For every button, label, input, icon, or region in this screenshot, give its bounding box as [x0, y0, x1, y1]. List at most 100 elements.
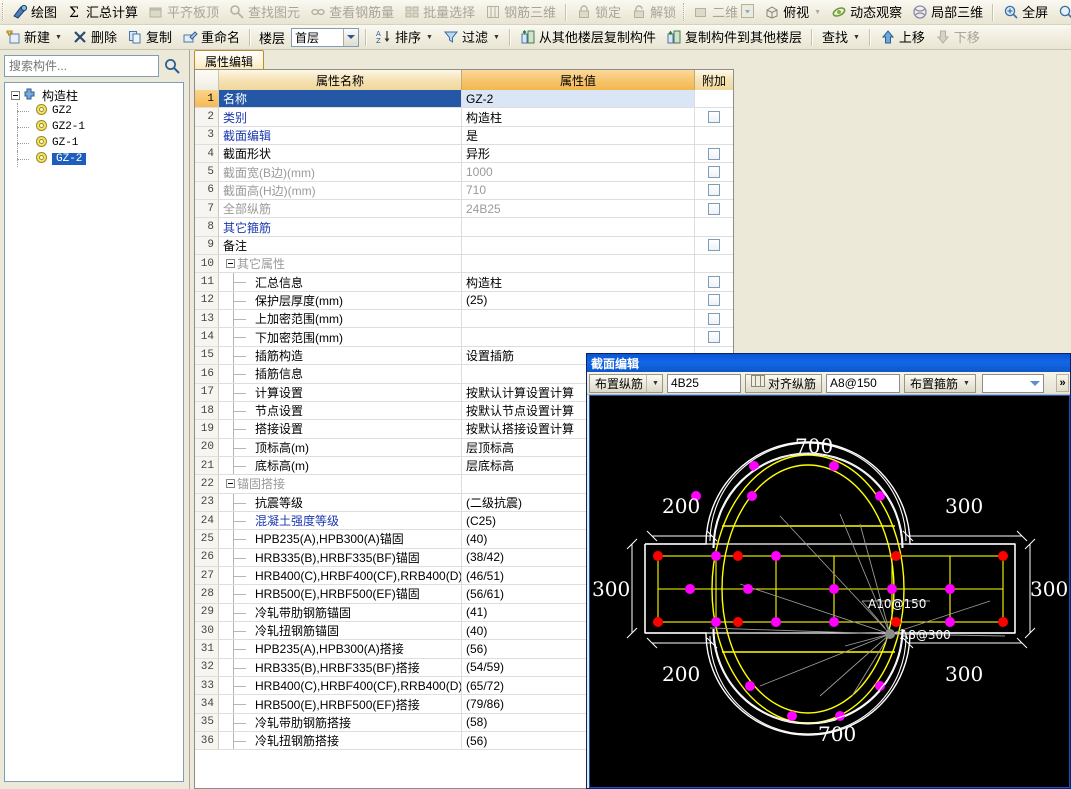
- chevron-down-icon-floor[interactable]: [343, 28, 359, 46]
- toolbar-button-filter[interactable]: 过滤 ▼: [439, 26, 504, 48]
- tab-property-editor[interactable]: 属性编辑: [194, 50, 265, 69]
- table-row[interactable]: 3 截面编辑 是: [195, 126, 733, 146]
- chevron-down-icon-extra[interactable]: [1026, 374, 1043, 392]
- attach-checkbox[interactable]: [708, 147, 720, 160]
- property-name-cell[interactable]: 混凝土强度等级: [219, 511, 462, 531]
- attach-checkbox[interactable]: [708, 312, 720, 325]
- property-name-cell[interactable]: 冷轧扭钢筋搭接: [219, 732, 462, 751]
- table-row[interactable]: 14 下加密范围(mm): [195, 328, 733, 347]
- toolbar-button-copy-to-other-floor[interactable]: 复制构件到其他楼层: [662, 26, 806, 48]
- property-name-cell[interactable]: 底标高(m): [219, 456, 462, 476]
- toolbar-button-copy-from-other-floor[interactable]: 从其他楼层复制构件: [516, 26, 660, 48]
- toolbar-button-top-view[interactable]: 俯视 ▼: [760, 1, 825, 23]
- search-input[interactable]: [4, 55, 159, 77]
- property-value-cell[interactable]: 异形: [462, 145, 695, 164]
- grid-header-attach[interactable]: 附加: [695, 70, 733, 90]
- property-name-cell[interactable]: HPB235(A),HPB300(A)搭接: [219, 640, 462, 659]
- toolbar-button-dynamic-observe[interactable]: 动态观察: [827, 1, 906, 23]
- property-name-cell[interactable]: HPB235(A),HPB300(A)锚固: [219, 530, 462, 549]
- chevron-down-icon-new[interactable]: ▼: [55, 34, 62, 41]
- toolbar-button-flat-slab-top[interactable]: 平齐板顶: [144, 1, 223, 23]
- property-name-cell[interactable]: HRB400(C),HRBF400(CF),RRB400(D)搭: [219, 677, 462, 696]
- toolbar-button-zoom[interactable]: 缩放 ▼: [1054, 1, 1071, 23]
- place-longitudinal-rebar-button[interactable]: 布置纵筋: [589, 373, 647, 393]
- table-row[interactable]: 10 其它属性: [195, 255, 733, 274]
- property-value-cell[interactable]: 24B25: [462, 200, 695, 219]
- attach-cell[interactable]: [695, 255, 733, 274]
- toolbar-button-two-dim[interactable]: 二维: [689, 1, 758, 23]
- property-value-cell[interactable]: 构造柱: [462, 273, 695, 292]
- tree-item-gz2[interactable]: GZ2: [5, 103, 183, 119]
- property-name-cell[interactable]: 顶标高(m): [219, 438, 462, 457]
- chevron-down-icon-sort[interactable]: ▼: [426, 34, 433, 41]
- table-row[interactable]: 8 其它箍筋: [195, 218, 733, 237]
- table-row[interactable]: 5 截面宽(B边)(mm) 1000: [195, 163, 733, 182]
- property-name-cell[interactable]: 抗震等级: [219, 493, 462, 512]
- chevron-down-icon-stirrup[interactable]: ▼: [963, 380, 970, 387]
- section-drawing-canvas[interactable]: 700 200 300 300 300 200 300 700 A10@150 …: [589, 395, 1070, 788]
- table-row[interactable]: 4 截面形状 异形: [195, 145, 733, 164]
- attach-checkbox[interactable]: [708, 202, 720, 215]
- property-name-cell[interactable]: 插筋构造: [219, 346, 462, 366]
- property-name-cell[interactable]: 备注: [219, 236, 462, 256]
- attach-cell[interactable]: [695, 310, 733, 329]
- toolbar-grip[interactable]: [2, 3, 4, 21]
- align-longitudinal-rebar-button[interactable]: 对齐纵筋: [744, 373, 822, 393]
- attach-cell[interactable]: [695, 163, 733, 182]
- collapse-icon[interactable]: [226, 259, 235, 269]
- property-name-cell[interactable]: HRB500(E),HRBF500(EF)搭接: [219, 695, 462, 714]
- collapse-icon[interactable]: [226, 479, 235, 489]
- toolbar-button-move-up[interactable]: 上移: [876, 26, 929, 48]
- attach-cell[interactable]: [695, 328, 733, 347]
- table-row[interactable]: 7 全部纵筋 24B25: [195, 200, 733, 219]
- attach-cell[interactable]: [695, 145, 733, 164]
- toolbar-button-find-element[interactable]: 查找图元: [225, 1, 304, 23]
- toolbar-button-summary-calc[interactable]: Σ 汇总计算: [63, 1, 142, 23]
- property-value-cell[interactable]: 是: [462, 126, 695, 146]
- attach-cell[interactable]: [695, 182, 733, 201]
- attach-checkbox[interactable]: [708, 184, 720, 197]
- property-name-cell[interactable]: 下加密范围(mm): [219, 328, 462, 347]
- toolbar-button-batch-select[interactable]: 批量选择: [400, 1, 479, 23]
- stirrup-input[interactable]: A8@150: [825, 373, 900, 393]
- attach-checkbox[interactable]: [708, 166, 720, 179]
- property-name-cell[interactable]: 节点设置: [219, 401, 462, 421]
- property-name-cell[interactable]: 锚固搭接: [219, 475, 462, 494]
- property-name-cell[interactable]: HRB335(B),HRBF335(BF)锚固: [219, 548, 462, 567]
- property-name-cell[interactable]: 名称: [219, 90, 462, 109]
- toolbar-grip-2[interactable]: [683, 3, 686, 21]
- property-name-cell[interactable]: 截面高(H边)(mm): [219, 181, 462, 201]
- property-name-cell[interactable]: 截面宽(B边)(mm): [219, 163, 462, 182]
- property-value-cell[interactable]: [462, 328, 695, 347]
- property-name-cell[interactable]: 上加密范围(mm): [219, 310, 462, 329]
- toolbar-button-sort[interactable]: AZ 排序 ▼: [372, 26, 437, 48]
- property-name-cell[interactable]: 其它属性: [219, 255, 462, 274]
- chevron-down-icon-top-view[interactable]: ▼: [814, 9, 821, 16]
- property-value-cell[interactable]: (25): [462, 291, 695, 311]
- toolbar-button-rename[interactable]: 重命名: [178, 26, 244, 48]
- place-longitudinal-dropdown[interactable]: ▼: [646, 373, 663, 393]
- property-name-cell[interactable]: 计算设置: [219, 383, 462, 402]
- toolbar-button-move-down[interactable]: 下移: [931, 26, 984, 48]
- table-row[interactable]: 11 汇总信息 构造柱: [195, 273, 733, 292]
- toolbar-button-delete[interactable]: 删除: [68, 26, 121, 48]
- toolbar-button-copy[interactable]: 复制: [123, 26, 176, 48]
- place-stirrup-button[interactable]: 布置箍筋 ▼: [903, 373, 976, 393]
- property-name-cell[interactable]: HRB400(C),HRBF400(CF),RRB400(D)锚: [219, 566, 462, 586]
- toolbar-button-unlock[interactable]: 解锁: [627, 1, 680, 23]
- property-name-cell[interactable]: 冷轧扭钢筋锚固: [219, 621, 462, 641]
- toolbar-button-lock[interactable]: 锁定: [572, 1, 625, 23]
- tree-item-gz2-1[interactable]: GZ2-1: [5, 119, 183, 135]
- property-value-cell[interactable]: 1000: [462, 163, 695, 182]
- attach-cell[interactable]: [695, 127, 733, 146]
- toolbar-button-fullscreen[interactable]: 全屏: [999, 1, 1052, 23]
- collapse-icon[interactable]: [11, 90, 20, 100]
- property-name-cell[interactable]: 全部纵筋: [219, 200, 462, 219]
- table-row[interactable]: 13 上加密范围(mm): [195, 310, 733, 329]
- attach-cell[interactable]: [695, 292, 733, 311]
- property-value-cell[interactable]: [462, 218, 695, 237]
- toolbar-button-rebar-3d[interactable]: 钢筋三维: [481, 1, 560, 23]
- attach-cell[interactable]: [695, 90, 733, 109]
- toolbar-button-draw[interactable]: 绘图: [8, 1, 61, 23]
- chevron-down-icon[interactable]: [741, 4, 755, 20]
